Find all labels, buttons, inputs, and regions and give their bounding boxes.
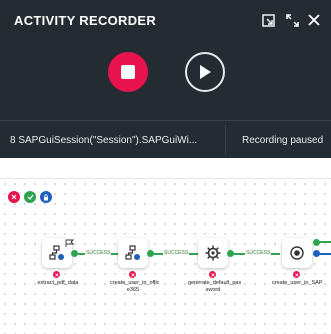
error-indicator[interactable] [129, 271, 136, 278]
success-port[interactable] [71, 250, 78, 257]
canvas-toolbar [8, 191, 52, 203]
workflow-icon [49, 245, 64, 260]
success-port[interactable] [147, 250, 154, 257]
connection-label: SUCCESS [245, 250, 272, 256]
resume-recording-button[interactable] [185, 52, 225, 92]
success-port[interactable] [227, 250, 234, 257]
stop-icon [121, 65, 135, 79]
node-label: generate_default_pas sword [188, 280, 242, 293]
workflow-node[interactable] [282, 238, 312, 268]
connection-label: SUCCESS [85, 250, 112, 256]
activity-recorder-panel: ACTIVITY RECORDER 8 SAPGuiSession("Sessi… [0, 0, 331, 158]
connection-label: SUCCESS [163, 250, 190, 256]
status-separator [225, 125, 226, 155]
stop-recording-button[interactable] [108, 52, 148, 92]
close-icon[interactable] [306, 12, 322, 28]
popout-icon[interactable] [260, 12, 276, 28]
workflow-node[interactable] [198, 238, 228, 268]
workflow-node[interactable] [118, 238, 148, 268]
error-indicator[interactable] [53, 271, 60, 278]
error-indicator[interactable] [293, 271, 300, 278]
record-icon [290, 246, 304, 260]
workflow-canvas[interactable]: extract_pdf_data SUCCESS create_user_in_… [0, 178, 331, 334]
node-label: extract_pdf_data [37, 280, 79, 286]
gear-icon [205, 245, 221, 261]
node-label: create_user_in_offic e365 [110, 280, 160, 293]
check-circle-icon[interactable] [24, 191, 36, 203]
connection-line [318, 241, 331, 243]
node-label: create_user_in_SAP [272, 280, 323, 286]
close-circle-icon[interactable] [8, 191, 20, 203]
connection-line [318, 253, 331, 255]
lock-circle-icon[interactable] [40, 191, 52, 203]
recorded-action-text: 8 SAPGuiSession("Session").SAPGuiWi... [10, 135, 198, 146]
recorder-title: ACTIVITY RECORDER [14, 13, 157, 28]
expand-icon[interactable] [284, 12, 300, 28]
error-indicator[interactable] [209, 271, 216, 278]
status-bar: 8 SAPGuiSession("Session").SAPGuiWi... R… [0, 121, 331, 158]
workflow-icon [125, 245, 140, 260]
recording-status: Recording paused [242, 135, 324, 146]
play-icon [200, 65, 211, 79]
